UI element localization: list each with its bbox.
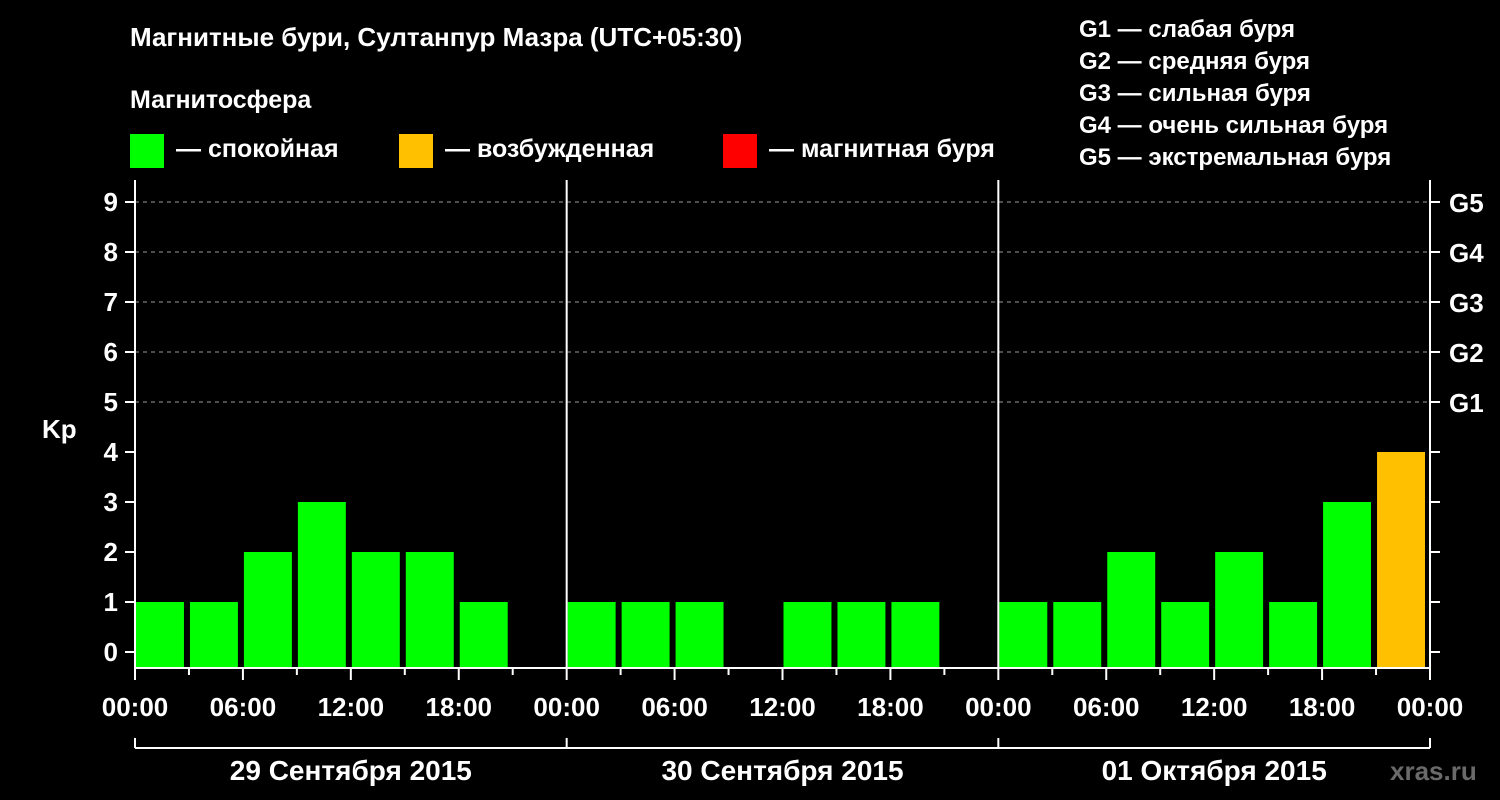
x-tick-label-2: 12:00: [318, 692, 385, 722]
kp-bar-3: [297, 502, 346, 668]
g-label-g4: G4: [1449, 238, 1484, 268]
kp-bar-19: [1161, 602, 1210, 668]
day-label-2: 01 Октября 2015: [1102, 755, 1327, 786]
y-axis-label: Kp: [42, 414, 77, 444]
y-tick-label-4: 4: [104, 437, 119, 467]
kp-bar-14: [891, 602, 940, 668]
x-tick-label-3: 18:00: [426, 692, 493, 722]
g-label-g3: G3: [1449, 288, 1484, 318]
x-tick-label-10: 12:00: [1181, 692, 1248, 722]
x-tick-label-5: 06:00: [641, 692, 708, 722]
kp-bar-9: [621, 602, 670, 668]
kp-bar-5: [405, 552, 454, 668]
kp-bar-21: [1269, 602, 1318, 668]
kp-bar-20: [1215, 552, 1264, 668]
kp-chart: 0 1 2 3 4 5 6 7 8 9 G1 G2 G3 G4 G5 Kp 00:00 06:00 12:00 18:…: [42, 180, 1484, 786]
kp-bar-10: [675, 602, 724, 668]
kp-bar-8: [567, 602, 616, 668]
day-label-0: 29 Сентября 2015: [230, 755, 472, 786]
kp-bar-22: [1323, 502, 1372, 668]
kp-bar-13: [837, 602, 886, 668]
x-tick-label-7: 18:00: [857, 692, 924, 722]
kp-bar-0: [136, 602, 184, 668]
x-tick-label-6: 12:00: [749, 692, 816, 722]
y-tick-label-3: 3: [104, 487, 118, 517]
kp-bar-16: [999, 602, 1048, 668]
x-tick-label-12: 00:00: [1397, 692, 1464, 722]
kp-bar-17: [1053, 602, 1102, 668]
y-tick-label-6: 6: [104, 337, 118, 367]
y-tick-label-2: 2: [104, 537, 118, 567]
x-tick-label-8: 00:00: [965, 692, 1032, 722]
kp-bar-12: [783, 602, 832, 668]
watermark: xras.ru: [1390, 756, 1477, 786]
y-tick-label-5: 5: [104, 387, 118, 417]
y-tick-label-0: 0: [104, 637, 118, 667]
g-label-g5: G5: [1449, 188, 1484, 218]
y-tick-label-9: 9: [104, 187, 118, 217]
kp-bar-2: [243, 552, 292, 668]
kp-bar-4: [351, 552, 400, 668]
x-tick-label-1: 06:00: [210, 692, 277, 722]
kp-bar-18: [1107, 552, 1156, 668]
g-label-g1: G1: [1449, 388, 1484, 418]
x-tick-label-9: 06:00: [1073, 692, 1140, 722]
x-tick-label-0: 00:00: [102, 692, 169, 722]
y-tick-label-1: 1: [104, 587, 118, 617]
g-label-g2: G2: [1449, 338, 1484, 368]
y-tick-label-8: 8: [104, 237, 118, 267]
x-tick-label-4: 00:00: [533, 692, 600, 722]
y-tick-label-7: 7: [104, 287, 118, 317]
kp-bar-23: [1377, 452, 1425, 668]
kp-bar-6: [459, 602, 508, 668]
x-tick-label-11: 18:00: [1289, 692, 1356, 722]
kp-bar-1: [189, 602, 238, 668]
day-label-1: 30 Сентября 2015: [661, 755, 903, 786]
